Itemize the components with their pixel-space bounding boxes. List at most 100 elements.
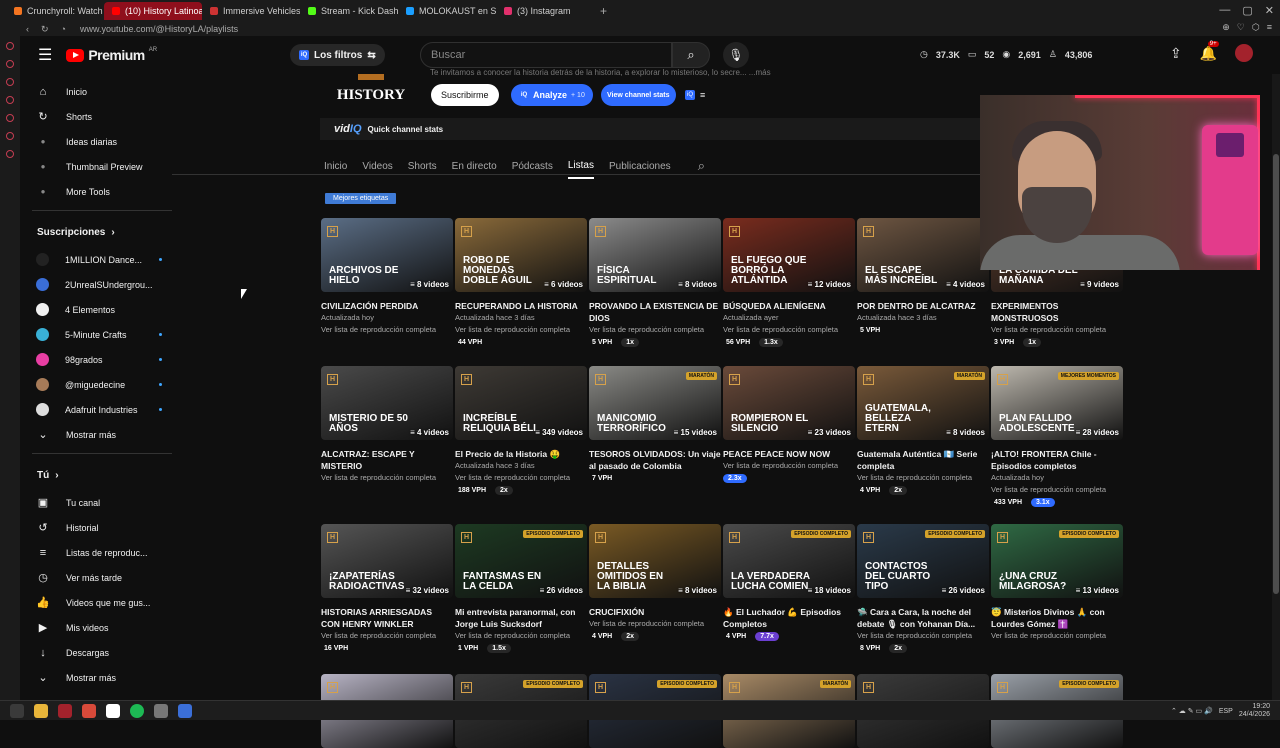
- app-icon[interactable]: [82, 703, 96, 718]
- show-more-button[interactable]: ⌄ Mostrar más: [20, 422, 172, 447]
- playlist-thumbnail[interactable]: H INCREÍBLE RELIQUIA BÉLI ≡ 349 videos: [455, 366, 587, 440]
- sidebar-you-item[interactable]: ▶ Mis videos: [20, 615, 172, 640]
- view-full-playlist-link[interactable]: Ver lista de reproducción completa: [991, 324, 1123, 336]
- view-full-playlist-link[interactable]: Ver lista de reproducción completa: [455, 472, 587, 484]
- playlist-thumbnail[interactable]: H EPISODIO COMPLETO ¿UNA CRUZ MILAGROSA? ≡ …: [991, 524, 1123, 598]
- playlist-card[interactable]: H ROBO DE MONEDAS DOBLE ÁGUIL ≡ 6 videos RE…: [455, 218, 587, 347]
- back-icon[interactable]: ‹: [26, 24, 29, 35]
- clock[interactable]: 19:20 24/4/2026: [1239, 703, 1270, 719]
- menu-hamburger-icon[interactable]: ☰: [38, 45, 52, 65]
- extensions-icon[interactable]: ⬡: [1252, 22, 1260, 33]
- playlist-thumbnail[interactable]: H ROMPIERON EL SILENCIO ≡ 23 videos: [723, 366, 855, 440]
- playlist-card[interactable]: H EPISODIO COMPLETO FANTASMAS EN LA CELDA ≡…: [455, 524, 587, 653]
- browser-tab[interactable]: (3) Instagram: [496, 2, 594, 20]
- view-full-playlist-link[interactable]: Ver lista de reproducción completa: [589, 324, 721, 336]
- playlist-thumbnail[interactable]: H MEJORES MOMENTOS PLAN FALLIDO ADOLESCENT…: [991, 366, 1123, 440]
- sidebar-you-item[interactable]: ◷ Ver más tarde: [20, 565, 172, 590]
- spotify-icon[interactable]: [130, 703, 144, 718]
- playlist-card[interactable]: H EL ESCAPE MÁS INCREÍBL ≡ 4 videos POR DEN…: [857, 218, 989, 347]
- playlist-card[interactable]: H ROMPIERON EL SILENCIO ≡ 23 videos PEACE P…: [723, 366, 855, 507]
- playlist-thumbnail[interactable]: H EPISODIO COMPLETO CONTACTOS DEL CUARTO T…: [857, 524, 989, 598]
- tab-listas[interactable]: Listas: [567, 160, 594, 179]
- search-input[interactable]: Buscar: [420, 42, 672, 68]
- sidebar-app-icon[interactable]: [6, 42, 14, 50]
- playlist-title[interactable]: PEACE PEACE NOW NOW: [723, 448, 855, 460]
- sidebar-you-item[interactable]: ≡ Listas de reproduc...: [20, 540, 172, 565]
- playlist-title[interactable]: 🛸 Cara a Cara, la noche del debate 🎙 con…: [857, 606, 989, 630]
- playlist-thumbnail[interactable]: H EL ESCAPE MÁS INCREÍBL ≡ 4 videos: [857, 218, 989, 292]
- sidebar-subscription[interactable]: 98grados: [20, 347, 172, 372]
- view-full-playlist-link[interactable]: Ver lista de reproducción completa: [455, 324, 587, 336]
- view-full-playlist-link[interactable]: Ver lista de reproducción completa: [321, 630, 453, 642]
- minimize-icon[interactable]: —: [1219, 4, 1230, 17]
- maximize-icon[interactable]: ▢: [1242, 4, 1252, 17]
- view-stats-button[interactable]: View channel stats: [601, 84, 676, 106]
- browser-tab[interactable]: Crunchyroll: Watch Popula...: [6, 2, 104, 20]
- playlist-title[interactable]: El Precio de la Historia 🤑: [455, 448, 587, 460]
- sidebar-app-icon[interactable]: [6, 78, 14, 86]
- best-tags-chip[interactable]: Mejores etiquetas: [325, 193, 397, 204]
- show-more-button[interactable]: ⌄ Mostrar más: [20, 665, 172, 690]
- sidebar-item-tools[interactable]: ● More Tools: [20, 179, 172, 204]
- notifications-icon[interactable]: 🔔 9+: [1200, 40, 1219, 62]
- playlist-title[interactable]: HISTORIAS ARRIESGADAS CON HENRY WINKLER: [321, 606, 453, 630]
- playlist-title[interactable]: Mi entrevista paranormal, con Jorge Luis…: [455, 606, 587, 630]
- search-icon[interactable]: ⌕: [698, 158, 705, 174]
- sidebar-subscription[interactable]: 4 Elementos: [20, 297, 172, 322]
- playlist-title[interactable]: Guatemala Auténtica 🇬🇹 Serie completa: [857, 448, 989, 472]
- sidebar-item-idea[interactable]: ● Ideas diarias: [20, 129, 172, 154]
- sidebar-subscription[interactable]: 2UnrealSUndergrou...: [20, 272, 172, 297]
- sidebar-you-item[interactable]: ▣ Tu canal: [20, 490, 172, 515]
- list-icon[interactable]: ≡: [700, 90, 705, 100]
- language-indicator[interactable]: ESP: [1219, 708, 1233, 715]
- sidebar-subscription[interactable]: Adafruit Industries: [20, 397, 172, 422]
- playlist-title[interactable]: 😇 Misterios Divinos 🙏 con Lourdes Gómez …: [991, 606, 1123, 630]
- browser-tab[interactable]: (10) History Latinoaméric...: [104, 2, 202, 20]
- app-icon[interactable]: [154, 703, 168, 718]
- tab-pódcasts[interactable]: Pódcasts: [512, 161, 553, 178]
- playlist-card[interactable]: H FÍSICA ESPIRITUAL ≡ 8 videos PROVANDO LA …: [589, 218, 721, 347]
- folder-icon[interactable]: [34, 703, 48, 718]
- tab-videos[interactable]: Videos: [362, 161, 392, 178]
- sidebar-item-home[interactable]: ⌂ Inicio: [20, 79, 172, 104]
- mic-button[interactable]: 🎙: [723, 42, 749, 68]
- playlist-thumbnail[interactable]: H ARCHIVOS DE HIELO ≡ 8 videos: [321, 218, 453, 292]
- sidebar-item-shorts[interactable]: ↻ Shorts: [20, 104, 172, 129]
- app-icon[interactable]: [178, 703, 192, 718]
- playlist-thumbnail[interactable]: H ¡ZAPATERÍAS RADIOACTIVAS ≡ 32 videos: [321, 524, 453, 598]
- close-icon[interactable]: ✕: [1265, 4, 1274, 17]
- reload-icon[interactable]: ↻: [41, 24, 49, 35]
- playlist-card[interactable]: H MISTERIO DE 50 AÑOS ≡ 4 videos ALCATRAZ: …: [321, 366, 453, 507]
- playlist-thumbnail[interactable]: H ROBO DE MONEDAS DOBLE ÁGUIL ≡ 6 videos: [455, 218, 587, 292]
- playlist-card[interactable]: H DETALLES OMITIDOS EN LA BIBLIA ≡ 8 video…: [589, 524, 721, 653]
- playlist-thumbnail[interactable]: H FÍSICA ESPIRITUAL ≡ 8 videos: [589, 218, 721, 292]
- playlist-thumbnail[interactable]: H MARATÓN MANICOMIO TERRORÍFICO ≡ 15 videos: [589, 366, 721, 440]
- playlist-thumbnail[interactable]: H EPISODIO COMPLETO LA VERDADERA LUCHA COM…: [723, 524, 855, 598]
- tab-publicaciones[interactable]: Publicaciones: [609, 161, 671, 178]
- browser-tab[interactable]: Stream - Kick Dashboard: [300, 2, 398, 20]
- playlist-thumbnail[interactable]: H EL FUEGO QUE BORRÓ LA ATLÁNTIDA ≡ 12 vid…: [723, 218, 855, 292]
- sidebar-app-icon[interactable]: [6, 132, 14, 140]
- playlist-thumbnail[interactable]: H MARATÓN GUATEMALA, BELLEZA ETERN ≡ 8 vide…: [857, 366, 989, 440]
- you-heading[interactable]: Tú ›: [20, 460, 172, 490]
- playlist-title[interactable]: PROVANDO LA EXISTENCIA DE DIOS: [589, 300, 721, 324]
- bookmark-icon[interactable]: ♡: [1237, 22, 1245, 33]
- playlist-card[interactable]: H EPISODIO COMPLETO CONTACTOS DEL CUARTO T…: [857, 524, 989, 653]
- scrollbar-thumb[interactable]: [1273, 154, 1279, 594]
- tab-en-directo[interactable]: En directo: [452, 161, 497, 178]
- playlist-title[interactable]: EXPERIMENTOS MONSTRUOSOS: [991, 300, 1123, 324]
- playlist-thumbnail[interactable]: H MISTERIO DE 50 AÑOS ≡ 4 videos: [321, 366, 453, 440]
- view-full-playlist-link[interactable]: Ver lista de reproducción completa: [321, 472, 453, 484]
- sidebar-app-icon[interactable]: [6, 114, 14, 122]
- tab-inicio[interactable]: Inicio: [324, 161, 347, 178]
- browser-tab[interactable]: Immersive Vehicles (MTS...: [202, 2, 300, 20]
- sidebar-app-icon[interactable]: [6, 60, 14, 68]
- view-full-playlist-link[interactable]: Ver lista de reproducción completa: [991, 484, 1123, 496]
- playlist-card[interactable]: H MARATÓN GUATEMALA, BELLEZA ETERN ≡ 8 vide…: [857, 366, 989, 507]
- playlist-thumbnail[interactable]: H EPISODIO COMPLETO FANTASMAS EN LA CELDA ≡…: [455, 524, 587, 598]
- playlist-thumbnail[interactable]: H DETALLES OMITIDOS EN LA BIBLIA ≡ 8 video…: [589, 524, 721, 598]
- start-icon[interactable]: [10, 703, 24, 718]
- zoom-icon[interactable]: ⊕: [1222, 22, 1230, 33]
- url-field[interactable]: www.youtube.com/@HistoryLA/playlists: [80, 24, 238, 34]
- playlist-title[interactable]: CIVILIZACIÓN PERDIDA: [321, 300, 453, 312]
